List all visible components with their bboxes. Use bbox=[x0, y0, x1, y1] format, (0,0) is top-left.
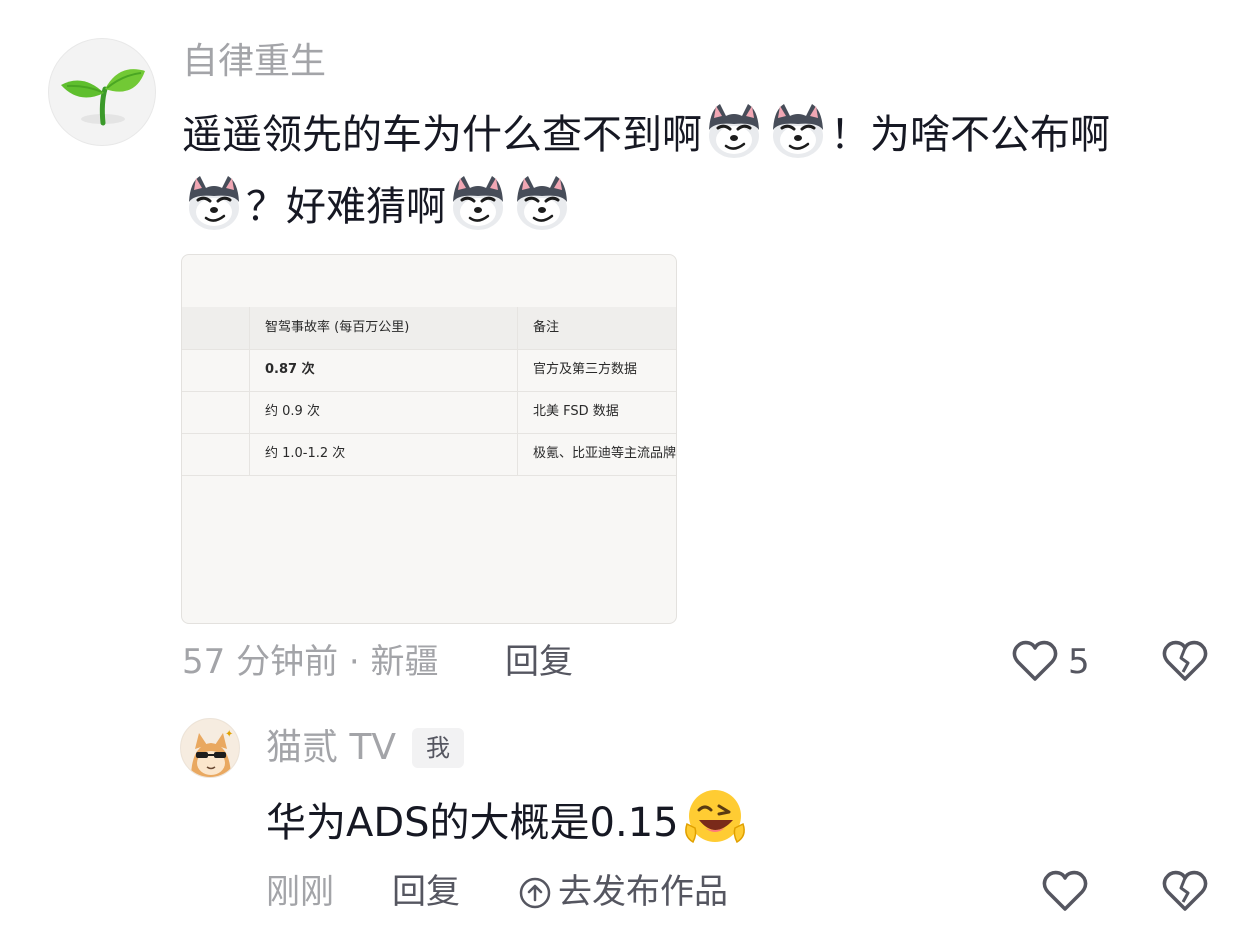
heart-outline-icon[interactable] bbox=[1010, 636, 1060, 686]
table-cell: 约 0.9 次 bbox=[265, 404, 320, 419]
reply-button[interactable]: 回复 bbox=[505, 640, 573, 684]
like-count: 5 bbox=[1068, 642, 1090, 682]
table-divider bbox=[182, 391, 676, 392]
smirking-wolf-emoji bbox=[515, 174, 569, 232]
table-divider bbox=[182, 475, 676, 476]
broken-heart-icon[interactable] bbox=[1160, 636, 1210, 686]
table-cell: 北美 FSD 数据 bbox=[533, 404, 619, 419]
cat-sunglasses-avatar-image: ✦ bbox=[181, 719, 239, 777]
table-divider bbox=[182, 349, 676, 350]
smirking-wolf-emoji bbox=[451, 174, 505, 232]
up-arrow-circle-icon[interactable] bbox=[518, 876, 552, 910]
comment-text-line1: 遥遥领先的车为什么查不到啊 ！为啥不公布啊 bbox=[182, 100, 1110, 168]
table-cell: 0.87 次 bbox=[265, 362, 315, 377]
sprout-avatar-image bbox=[61, 69, 145, 126]
reply-user-avatar[interactable]: ✦ bbox=[180, 718, 240, 778]
winking-laughing-emoji bbox=[684, 790, 745, 844]
comment-attached-image[interactable]: 智驾事故率 (每百万公里) 备注 0.87 次 官方及第三方数据 约 0.9 次… bbox=[181, 254, 677, 624]
self-badge: 我 bbox=[412, 728, 464, 768]
comment-text-part: ！为啥不公布啊 bbox=[830, 112, 1110, 158]
user-avatar[interactable] bbox=[48, 38, 156, 146]
comment-text-part: ？好难猜啊 bbox=[246, 184, 446, 230]
table-divider bbox=[182, 433, 676, 434]
reply-text-content: 华为ADS的大概是0.15 bbox=[266, 800, 679, 846]
table-cell: 约 1.0-1.2 次 bbox=[265, 446, 346, 461]
table-cell: 官方及第三方数据 bbox=[533, 362, 638, 377]
table-header-cell: 智驾事故率 (每百万公里) bbox=[265, 320, 410, 335]
comment-username[interactable]: 自律重生 bbox=[182, 40, 326, 84]
table-header-cell: 备注 bbox=[533, 320, 560, 335]
comment-text-part: 遥遥领先的车为什么查不到啊 bbox=[182, 112, 702, 158]
publish-work-button[interactable]: 去发布作品 bbox=[558, 870, 728, 914]
heart-outline-icon[interactable] bbox=[1040, 866, 1090, 916]
table-cell: 极氪、比亚迪等主流品牌 bbox=[533, 446, 677, 461]
smirking-wolf-emoji bbox=[771, 102, 825, 160]
table-header-row bbox=[182, 307, 676, 349]
smirking-wolf-emoji bbox=[707, 102, 761, 160]
reply-timestamp: 刚刚 bbox=[266, 872, 334, 912]
svg-text:✦: ✦ bbox=[225, 729, 233, 740]
comment-timestamp-location: 57 分钟前 · 新疆 bbox=[182, 642, 439, 682]
smirking-wolf-emoji bbox=[187, 174, 241, 232]
reply-text: 华为ADS的大概是0.15 bbox=[266, 784, 751, 856]
reply-reply-button[interactable]: 回复 bbox=[392, 870, 460, 914]
reply-username[interactable]: 猫贰 TV bbox=[266, 726, 396, 770]
table-column-divider bbox=[517, 307, 518, 475]
table-column-divider bbox=[249, 307, 250, 475]
comment-text-line2: ？好难猜啊 bbox=[182, 172, 574, 240]
broken-heart-icon[interactable] bbox=[1160, 866, 1210, 916]
